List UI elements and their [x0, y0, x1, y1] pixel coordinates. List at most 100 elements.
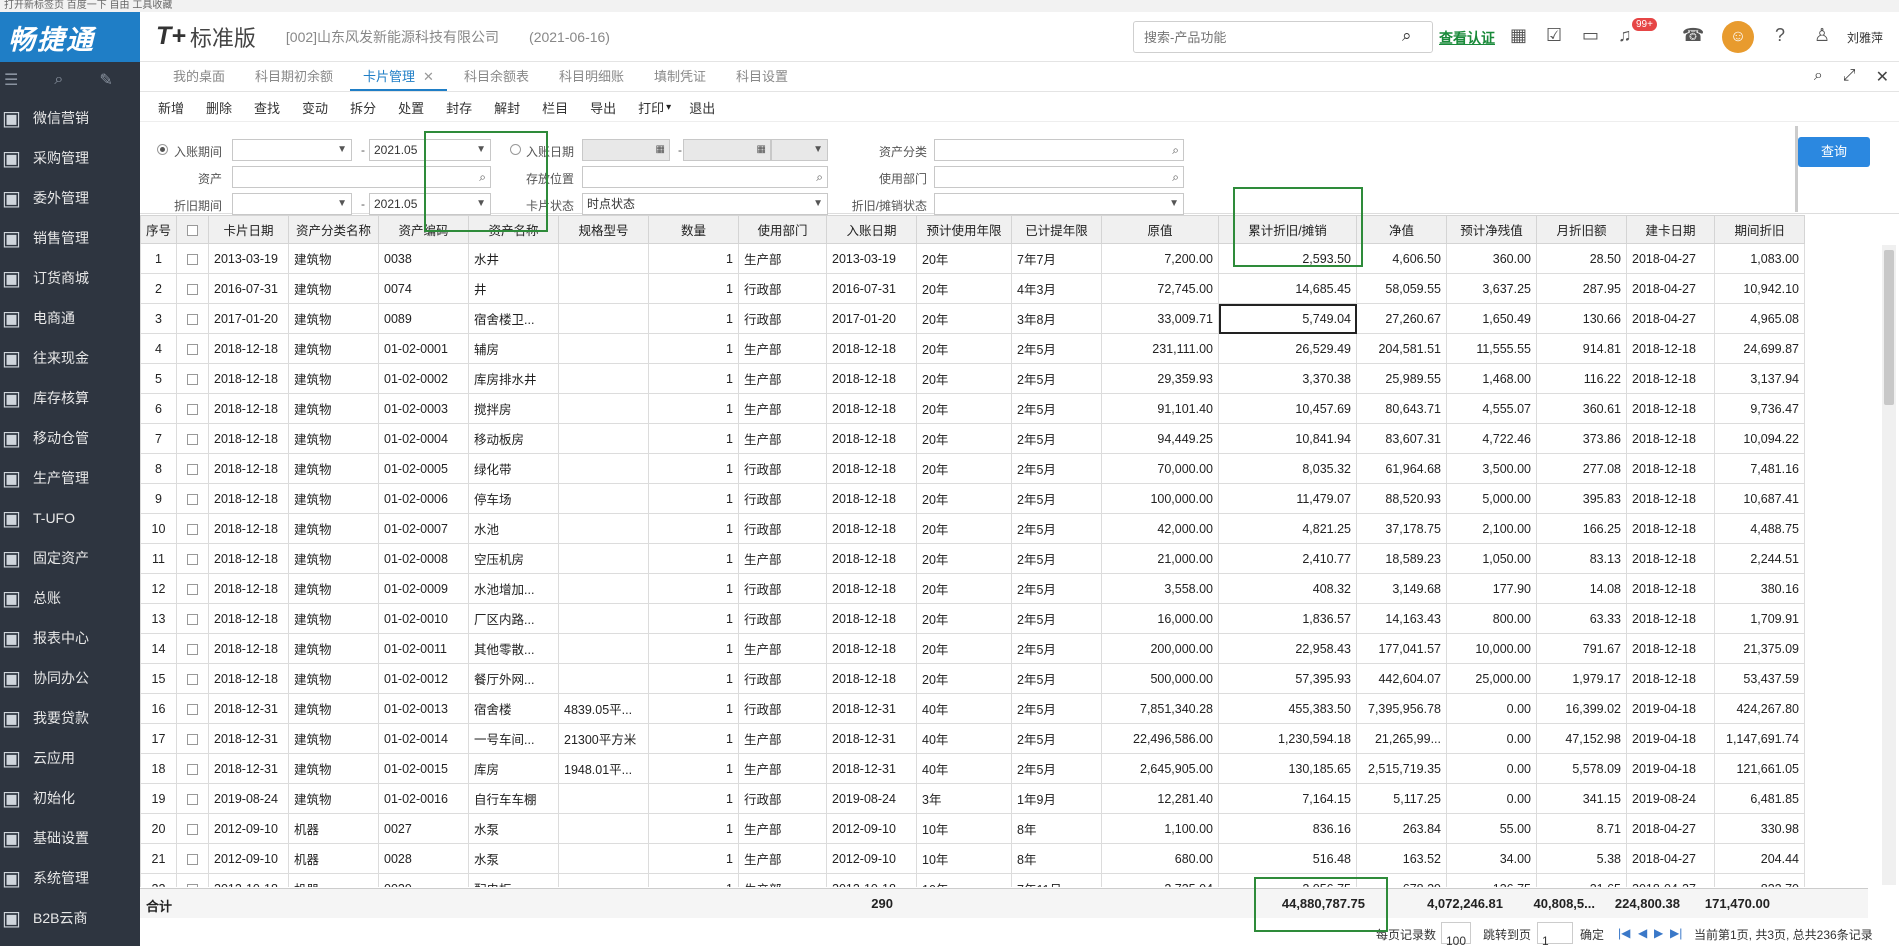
last-page-icon[interactable]: ▶|: [1670, 926, 1682, 940]
table-cell[interactable]: 2012-09-10: [826, 813, 917, 844]
table-cell[interactable]: 1: [648, 843, 739, 874]
table-cell[interactable]: 8.71: [1536, 813, 1627, 844]
table-cell[interactable]: 29,359.93: [1101, 363, 1219, 394]
row-checkbox-cell[interactable]: [176, 543, 209, 574]
table-cell[interactable]: 2018-12-18: [1626, 333, 1715, 364]
row-checkbox-cell[interactable]: [176, 483, 209, 514]
column-header[interactable]: 期间折旧: [1714, 215, 1805, 244]
table-cell[interactable]: [558, 843, 649, 874]
table-cell[interactable]: 20: [140, 813, 177, 844]
verify-link[interactable]: 查看认证: [1439, 28, 1495, 48]
table-cell[interactable]: 2018-12-18: [208, 663, 289, 694]
table-cell[interactable]: 0.00: [1446, 753, 1537, 784]
table-cell[interactable]: 10,000.00: [1446, 633, 1537, 664]
table-cell[interactable]: 2018-12-18: [826, 483, 917, 514]
table-cell[interactable]: 2年5月: [1011, 693, 1102, 724]
row-checkbox-cell[interactable]: [176, 873, 209, 887]
table-cell[interactable]: 3,137.94: [1714, 363, 1805, 394]
table-cell[interactable]: 0028: [378, 843, 469, 874]
table-cell[interactable]: [558, 543, 649, 574]
table-cell[interactable]: 1,468.00: [1446, 363, 1537, 394]
table-cell[interactable]: 2019-08-24: [208, 783, 289, 814]
table-cell[interactable]: 2: [140, 273, 177, 304]
row-checkbox-cell[interactable]: [176, 513, 209, 544]
tab[interactable]: 我的桌面: [160, 63, 238, 91]
row-checkbox-cell[interactable]: [176, 813, 209, 844]
table-cell[interactable]: 0038: [378, 243, 469, 274]
toolbar-button[interactable]: 变动: [302, 98, 328, 117]
table-cell[interactable]: 26,529.49: [1218, 333, 1357, 364]
table-cell[interactable]: 28.50: [1536, 243, 1627, 274]
table-cell[interactable]: 1年9月: [1011, 783, 1102, 814]
table-row[interactable]: 16 2018-12-31 建筑物 01-02-0013 宿舍楼 4839.05平... 1…: [140, 693, 1805, 724]
table-cell[interactable]: 121,661.05: [1714, 753, 1805, 784]
sidebar-item[interactable]: ▣ T-UFO: [0, 498, 140, 538]
row-checkbox[interactable]: [187, 433, 198, 445]
table-cell[interactable]: 2018-12-18: [1626, 453, 1715, 484]
table-cell[interactable]: 16: [140, 693, 177, 724]
table-cell[interactable]: 72,745.00: [1101, 273, 1219, 304]
table-cell[interactable]: 10,841.94: [1218, 423, 1357, 454]
table-cell[interactable]: 24,699.87: [1714, 333, 1805, 364]
row-checkbox-cell[interactable]: [176, 363, 209, 394]
table-cell[interactable]: 11,479.07: [1218, 483, 1357, 514]
row-checkbox[interactable]: [187, 823, 198, 835]
table-cell[interactable]: 1: [648, 243, 739, 274]
table-cell[interactable]: 8年: [1011, 843, 1102, 874]
table-cell[interactable]: 2013-03-19: [826, 243, 917, 274]
table-cell[interactable]: 4,606.50: [1356, 243, 1447, 274]
table-cell[interactable]: [558, 663, 649, 694]
column-header[interactable]: 规格型号: [558, 215, 649, 244]
column-header[interactable]: 资产编码: [378, 215, 469, 244]
table-cell[interactable]: 2018-12-18: [208, 453, 289, 484]
table-cell[interactable]: 1: [648, 723, 739, 754]
table-cell[interactable]: 生产部: [738, 393, 827, 424]
table-cell[interactable]: 20年: [916, 573, 1012, 604]
table-cell[interactable]: 3,500.00: [1446, 453, 1537, 484]
table-cell[interactable]: 搅拌房: [468, 393, 559, 424]
tab[interactable]: 科目明细账: [546, 63, 637, 91]
table-cell[interactable]: 建筑物: [288, 633, 379, 664]
column-header[interactable]: 数量: [648, 215, 739, 244]
table-cell[interactable]: 0.00: [1446, 783, 1537, 814]
table-cell[interactable]: 1: [648, 783, 739, 814]
row-checkbox-cell[interactable]: [176, 633, 209, 664]
search-icon[interactable]: ⌕: [479, 167, 486, 187]
table-cell[interactable]: 绿化带: [468, 453, 559, 484]
bell-icon[interactable]: ♫: [1618, 25, 1632, 46]
table-row[interactable]: 1 2013-03-19 建筑物 0038 水井 1 生产部 2013-03-19 20年 7年7…: [140, 243, 1805, 274]
table-cell[interactable]: 5,117.25: [1356, 783, 1447, 814]
table-cell[interactable]: 2018-12-18: [208, 483, 289, 514]
table-cell[interactable]: 22,958.43: [1218, 633, 1357, 664]
table-cell[interactable]: 204,581.51: [1356, 333, 1447, 364]
table-cell[interactable]: 57,395.93: [1218, 663, 1357, 694]
table-cell[interactable]: 水泵: [468, 843, 559, 874]
user-icon[interactable]: ♙: [1814, 25, 1830, 46]
table-cell[interactable]: 生产部: [738, 813, 827, 844]
table-cell[interactable]: 2012-09-10: [208, 843, 289, 874]
table-cell[interactable]: 建筑物: [288, 543, 379, 574]
table-cell[interactable]: 生产部: [738, 543, 827, 574]
table-cell[interactable]: 1: [648, 813, 739, 844]
row-checkbox[interactable]: [187, 763, 198, 775]
toolbar-button[interactable]: 拆分: [350, 98, 376, 117]
table-cell[interactable]: 生产部: [738, 363, 827, 394]
table-cell[interactable]: 2018-12-18: [1626, 543, 1715, 574]
table-cell[interactable]: 1: [140, 243, 177, 274]
table-cell[interactable]: 70,000.00: [1101, 453, 1219, 484]
table-cell[interactable]: 11,555.55: [1446, 333, 1537, 364]
table-cell[interactable]: 2018-12-31: [826, 753, 917, 784]
table-cell[interactable]: 行政部: [738, 783, 827, 814]
table-cell[interactable]: 2012-10-18: [208, 873, 289, 887]
row-checkbox[interactable]: [187, 793, 198, 805]
table-cell[interactable]: 一号车间...: [468, 723, 559, 754]
table-cell[interactable]: 55.00: [1446, 813, 1537, 844]
table-cell[interactable]: 678.29: [1356, 873, 1447, 887]
table-cell[interactable]: [558, 513, 649, 544]
table-cell[interactable]: 建筑物: [288, 483, 379, 514]
table-cell[interactable]: 395.83: [1536, 483, 1627, 514]
table-cell[interactable]: 20年: [916, 543, 1012, 574]
table-cell[interactable]: 建筑物: [288, 273, 379, 304]
table-cell[interactable]: 2年5月: [1011, 663, 1102, 694]
table-cell[interactable]: 800.00: [1446, 603, 1537, 634]
